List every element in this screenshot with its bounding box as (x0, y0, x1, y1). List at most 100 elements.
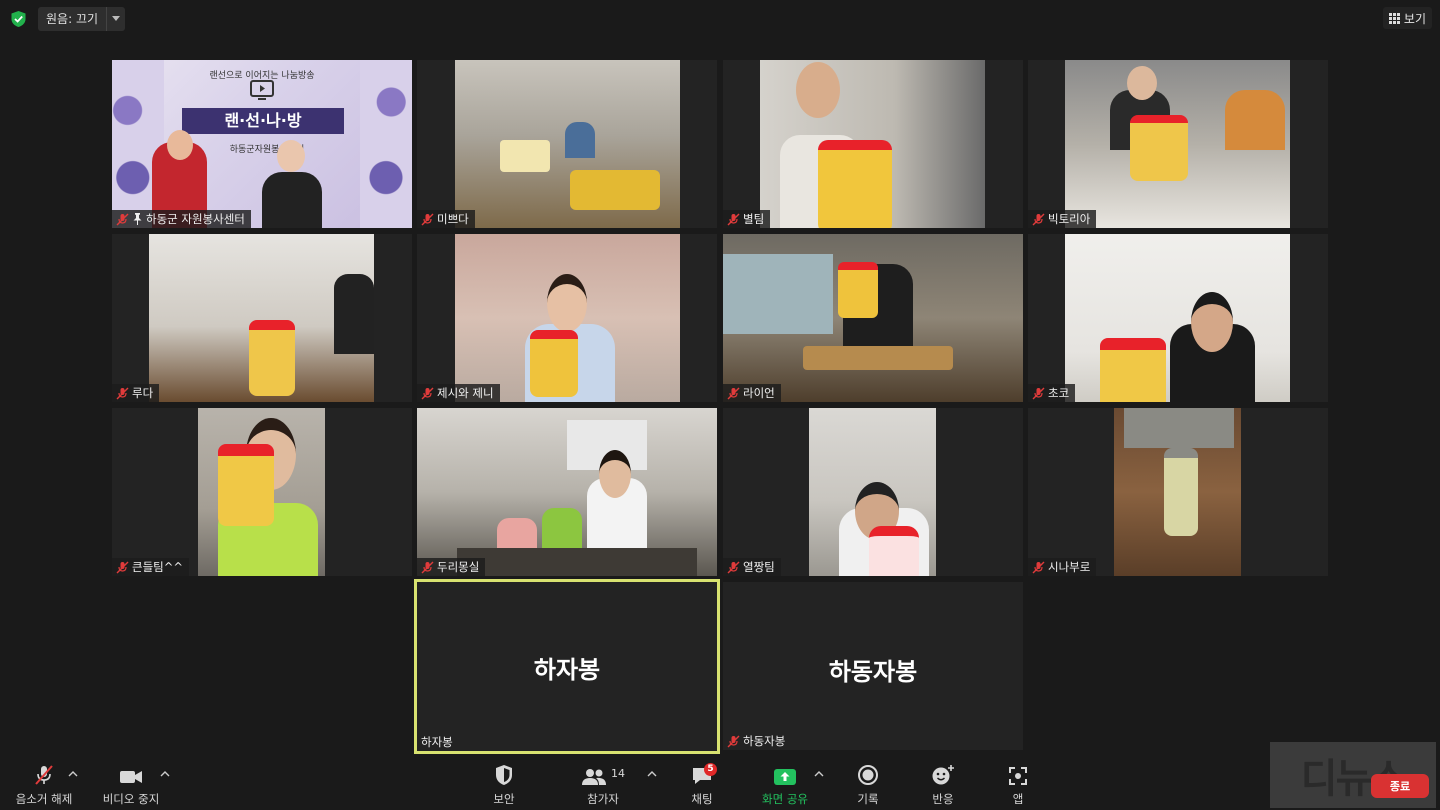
chevron-up-icon[interactable] (647, 770, 657, 778)
video-feed-banner: 랜선으로 이어지는 나눔방송 랜·선·나·방 하동군자원봉사센터 (112, 60, 412, 228)
record-button[interactable]: 기록 (848, 756, 888, 810)
chevron-up-icon[interactable] (160, 770, 170, 778)
smiley-plus-icon (932, 765, 954, 785)
person-face (167, 130, 193, 160)
participant-name-tag: 하자봉 (417, 733, 459, 751)
person-face (547, 274, 587, 332)
jar-object (838, 262, 878, 318)
original-sound-toggle[interactable]: 원음: 끄기 (38, 7, 126, 31)
video-tile[interactable]: 랜선으로 이어지는 나눔방송 랜·선·나·방 하동군자원봉사센터 하동군 자원봉… (112, 60, 412, 228)
video-tile[interactable]: 제시와 제니 (417, 234, 717, 402)
mic-muted-icon (116, 561, 129, 573)
chevron-up-icon[interactable] (814, 770, 824, 778)
participants-button[interactable]: 14 참가자 (576, 756, 630, 810)
participant-name: 두리몽실 (437, 560, 480, 574)
video-tile[interactable]: 시나부로 (1028, 408, 1328, 576)
end-meeting-button[interactable]: 종료 (1371, 774, 1429, 798)
mic-muted-icon (727, 735, 740, 747)
video-feed (455, 60, 680, 228)
jar-object (818, 140, 892, 228)
video-tile[interactable]: 열짱팀 (723, 408, 1023, 576)
people-icon (582, 769, 606, 785)
participant-name-tag: 제시와 제니 (417, 384, 500, 402)
video-feed (455, 234, 680, 402)
video-tile-active-speaker[interactable]: 하자봉 하자봉 (414, 579, 720, 754)
share-screen-icon (774, 769, 796, 785)
participant-name: 하동군 자원봉사센터 (146, 212, 245, 226)
chevron-up-icon[interactable] (68, 770, 78, 778)
apps-label: 앱 (1012, 792, 1024, 806)
participant-name-tag: 시나부로 (1028, 558, 1097, 576)
video-feed (198, 408, 325, 576)
person-face (1127, 66, 1157, 100)
meeting-toolbar: 음소거 해제 비디오 중지 보안 14 참가자 채팅 5 화면 공유 기록 반응 (0, 756, 1440, 810)
jar-object (530, 330, 578, 397)
video-tile[interactable]: 초코 (1028, 234, 1328, 402)
participant-name-tag: 미쁘다 (417, 210, 475, 228)
original-sound-dropdown[interactable] (106, 7, 126, 31)
mic-muted-icon (727, 561, 740, 573)
jar-object (249, 320, 295, 396)
video-feed (1114, 408, 1241, 576)
video-tile[interactable]: 두리몽실 (417, 408, 717, 576)
chat-unread-badge: 5 (704, 763, 717, 776)
participant-display-name: 하자봉 (533, 656, 601, 684)
participant-name: 라이언 (743, 386, 775, 400)
participant-name: 하자봉 (421, 735, 453, 749)
floral-decoration (360, 60, 412, 228)
participant-name: 큰들팀^^ (132, 560, 184, 574)
mic-muted-icon (727, 387, 740, 399)
video-feed (149, 234, 374, 402)
view-button[interactable]: 보기 (1382, 7, 1432, 29)
person-face (277, 140, 305, 172)
video-tile[interactable]: 별팀 (723, 60, 1023, 228)
video-tile[interactable]: 하동자봉 하동자봉 (723, 582, 1023, 750)
reactions-label: 반응 (932, 792, 954, 806)
security-shield-icon[interactable] (10, 10, 27, 28)
share-screen-button[interactable]: 화면 공유 (756, 756, 814, 810)
apps-button[interactable]: 앱 (998, 756, 1038, 810)
video-feed (1065, 60, 1290, 228)
person-face (1191, 292, 1233, 352)
video-tile[interactable]: 빅토리아 (1028, 60, 1328, 228)
participant-name: 미쁘다 (437, 212, 469, 226)
video-feed (809, 408, 936, 576)
chat-button[interactable]: 채팅 (682, 756, 722, 810)
original-sound-label[interactable]: 원음: 끄기 (38, 7, 107, 31)
video-tile[interactable]: 큰들팀^^ (112, 408, 412, 576)
top-bar: 원음: 끄기 보기 (0, 0, 1440, 40)
jar-object (1100, 338, 1166, 402)
jar-object (1130, 115, 1188, 181)
participants-count: 14 (611, 767, 625, 780)
jar-object (500, 140, 550, 172)
record-label: 기록 (857, 792, 879, 806)
jar-object (1164, 448, 1198, 536)
video-feed (1065, 234, 1290, 402)
pin-icon (133, 213, 142, 225)
unmute-button[interactable]: 음소거 해제 (10, 756, 78, 810)
video-tile[interactable]: 라이언 (723, 234, 1023, 402)
share-screen-label: 화면 공유 (762, 792, 808, 806)
chat-label: 채팅 (691, 792, 713, 806)
security-label: 보안 (493, 792, 515, 806)
security-button[interactable]: 보안 (484, 756, 524, 810)
jar-object (218, 444, 274, 526)
apps-icon (1009, 767, 1027, 785)
video-feed (417, 408, 717, 576)
video-feed (760, 60, 985, 228)
person-silhouette (565, 122, 595, 158)
person-face (599, 450, 631, 498)
countertop (457, 548, 697, 576)
participant-name: 초코 (1048, 386, 1070, 400)
unmute-label: 음소거 해제 (15, 792, 73, 806)
mic-muted-icon (116, 213, 129, 225)
chevron-down-icon (112, 16, 121, 21)
video-tile[interactable]: 루다 (112, 234, 412, 402)
video-tile[interactable]: 미쁘다 (417, 60, 717, 228)
reactions-button[interactable]: 반응 (923, 756, 963, 810)
participant-name-tag: 별팀 (723, 210, 771, 228)
participant-display-name: 하동자봉 (828, 658, 918, 686)
stop-video-button[interactable]: 비디오 중지 (98, 756, 164, 810)
participant-name: 별팀 (743, 212, 765, 226)
person-silhouette (1225, 90, 1285, 150)
